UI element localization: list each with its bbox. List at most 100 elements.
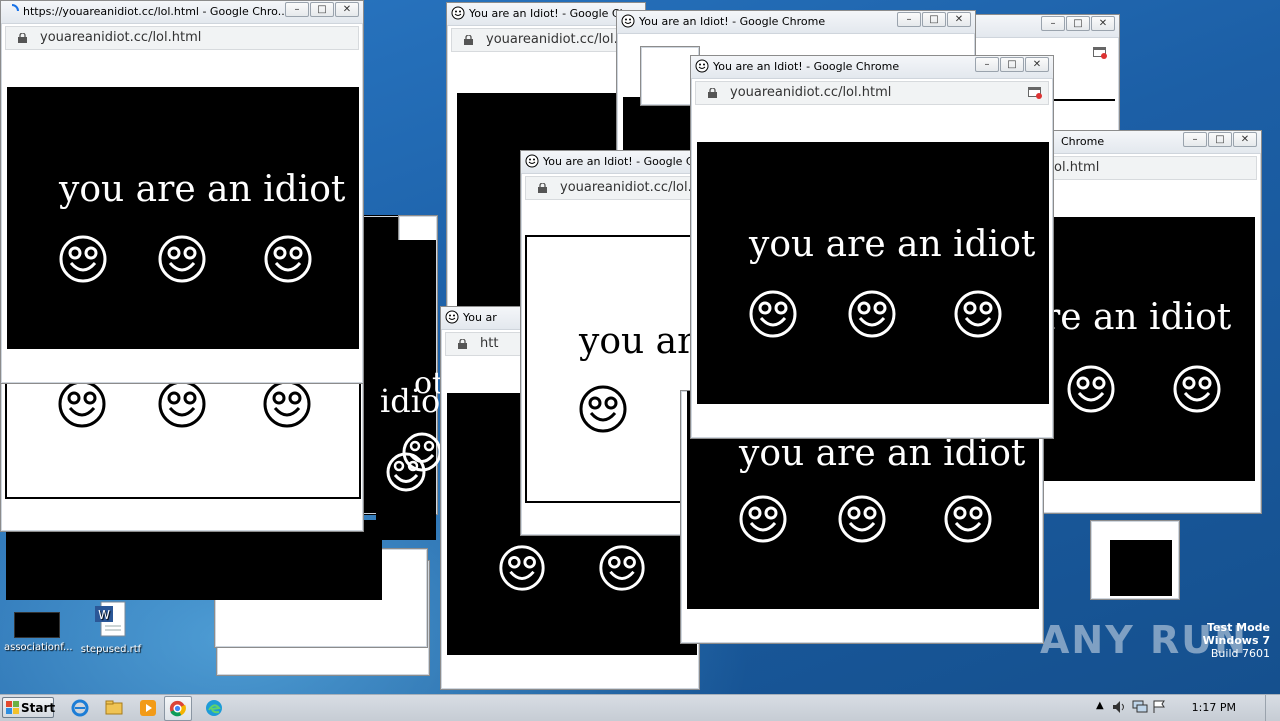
smiley-face-icon bbox=[579, 385, 627, 433]
url-text: htt bbox=[480, 336, 499, 351]
minimize-button[interactable]: – bbox=[1041, 16, 1065, 31]
svg-text:W: W bbox=[98, 608, 110, 622]
close-button[interactable]: ✕ bbox=[947, 12, 971, 27]
address-bar[interactable]: ol.html bbox=[1041, 156, 1257, 180]
window-titlebar[interactable]: You are an Idiot! - Google Chro bbox=[521, 151, 709, 174]
smiley-face-icon bbox=[264, 235, 312, 283]
smiley-favicon-icon bbox=[451, 6, 465, 20]
popup-black-area bbox=[7, 87, 359, 349]
smiley-face-icon bbox=[838, 495, 886, 543]
lock-icon bbox=[18, 33, 27, 43]
maximize-button[interactable]: □ bbox=[1000, 57, 1024, 72]
window-titlebar[interactable]: – □ ✕ bbox=[961, 15, 1119, 38]
start-button[interactable]: Start bbox=[2, 697, 56, 718]
watermark-line: Test Mode bbox=[1207, 621, 1270, 634]
popup-message-partial: you ar bbox=[579, 321, 695, 362]
window-controls: – □ ✕ bbox=[975, 57, 1049, 74]
popup-black-area bbox=[1110, 540, 1172, 596]
address-bar[interactable]: youareanidiot.cc/lol.ht bbox=[451, 28, 641, 52]
maximize-button[interactable]: □ bbox=[310, 2, 334, 17]
desktop-icon-label: stepused.rtf bbox=[80, 644, 142, 655]
close-button[interactable]: ✕ bbox=[1233, 132, 1257, 147]
smiley-face-icon bbox=[1173, 365, 1221, 413]
maximize-button[interactable]: □ bbox=[922, 12, 946, 27]
clock-time[interactable]: 1:17 PM bbox=[1192, 701, 1236, 714]
window-title: You are an Idiot! - Google Chro bbox=[469, 7, 638, 20]
address-bar[interactable]: youareanidiot.cc/lol.ht bbox=[525, 176, 705, 200]
smiley-face-icon bbox=[1067, 365, 1115, 413]
smiley-face-icon bbox=[848, 290, 896, 338]
loading-spinner-icon bbox=[11, 4, 19, 12]
popup-window[interactable] bbox=[0, 372, 364, 532]
smiley-face-icon bbox=[402, 432, 442, 472]
window-titlebar[interactable]: Chrome – □ ✕ bbox=[1041, 131, 1261, 154]
smiley-face-icon bbox=[59, 235, 107, 283]
popup-message: you are an idiot bbox=[749, 224, 1036, 265]
lock-icon bbox=[458, 339, 467, 349]
window-titlebar[interactable]: You are an Idiot! - Google Chrome – □ ✕ bbox=[691, 56, 1053, 79]
window-controls: – □ ✕ bbox=[285, 2, 359, 19]
network-icon[interactable] bbox=[1132, 700, 1148, 714]
desktop: associationf... W stepused.rtf idio ot Y… bbox=[0, 0, 1280, 694]
window-titlebar[interactable]: You are an Idiot! - Google Chrome – □ ✕ bbox=[617, 11, 975, 34]
show-hidden-icons-chevron-icon[interactable]: ▲ bbox=[1096, 700, 1104, 711]
smiley-face-icon bbox=[58, 380, 106, 428]
smiley-face-icon bbox=[599, 545, 645, 591]
url-text: youareanidiot.cc/lol.html bbox=[40, 30, 202, 45]
popup-blocked-icon[interactable] bbox=[1028, 87, 1042, 99]
lock-icon bbox=[538, 183, 547, 193]
window-controls: – □ ✕ bbox=[1183, 132, 1257, 149]
lock-icon bbox=[464, 35, 473, 45]
volume-icon[interactable] bbox=[1112, 700, 1128, 714]
start-label: Start bbox=[21, 701, 56, 715]
edge-icon[interactable] bbox=[204, 698, 224, 718]
popup-window-front-center[interactable]: You are an Idiot! - Google Chrome – □ ✕ … bbox=[690, 55, 1054, 439]
minimize-button[interactable]: – bbox=[975, 57, 999, 72]
smiley-face-icon bbox=[739, 495, 787, 543]
window-title: You are an Idiot! - Google Chro bbox=[543, 155, 710, 168]
popup-message: you are an idiot bbox=[59, 169, 346, 210]
url-text: youareanidiot.cc/lol.html bbox=[730, 85, 892, 100]
address-bar[interactable]: youareanidiot.cc/lol.html bbox=[695, 81, 1049, 105]
smiley-favicon-icon bbox=[695, 59, 709, 73]
show-desktop-button[interactable] bbox=[1265, 695, 1280, 721]
action-center-flag-icon[interactable] bbox=[1152, 700, 1166, 714]
minimize-button[interactable]: – bbox=[285, 2, 309, 17]
popup-window-front-left[interactable]: https://youareanidiot.cc/lol.html - Goog… bbox=[0, 0, 364, 384]
internet-explorer-icon[interactable] bbox=[70, 698, 90, 718]
maximize-button[interactable]: □ bbox=[1208, 132, 1232, 147]
window-title: You are an Idiot! - Google Chrome bbox=[713, 60, 900, 73]
maximize-button[interactable]: □ bbox=[1066, 16, 1090, 31]
taskbar: Start ▲ 1:17 PM bbox=[0, 694, 1280, 721]
url-text: youareanidiot.cc/lol.ht bbox=[560, 180, 706, 195]
desktop-icon-association[interactable]: associationf... bbox=[4, 612, 73, 653]
close-button[interactable]: ✕ bbox=[1025, 57, 1049, 72]
system-tray: ▲ 1:17 PM bbox=[1090, 695, 1280, 721]
popup-blocked-icon bbox=[1093, 47, 1107, 59]
minimize-button[interactable]: – bbox=[897, 12, 921, 27]
word-document-icon: W bbox=[95, 601, 126, 637]
close-button[interactable]: ✕ bbox=[335, 2, 359, 17]
explorer-icon[interactable] bbox=[104, 698, 124, 718]
window-titlebar[interactable]: https://youareanidiot.cc/lol.html - Goog… bbox=[1, 1, 363, 24]
close-button[interactable]: ✕ bbox=[1091, 16, 1115, 31]
window-title: You are an Idiot! - Google Chrome bbox=[639, 15, 826, 28]
window-title: Chrome bbox=[1061, 135, 1105, 148]
smiley-face-icon bbox=[749, 290, 797, 338]
watermark-line: Build 7601 bbox=[1210, 647, 1270, 660]
chrome-taskbar-button[interactable] bbox=[164, 696, 192, 721]
address-bar[interactable]: youareanidiot.cc/lol.html bbox=[5, 26, 359, 50]
smiley-face-icon bbox=[944, 495, 992, 543]
desktop-icon-label: associationf... bbox=[4, 642, 73, 653]
smiley-favicon-icon bbox=[445, 310, 459, 324]
url-text: ol.html bbox=[1054, 160, 1100, 175]
smiley-favicon-icon bbox=[525, 154, 539, 168]
popup-window[interactable]: Chrome – □ ✕ ol.html re an idiot bbox=[1040, 130, 1262, 514]
smiley-favicon-icon bbox=[621, 14, 635, 28]
popup-message-partial: re an idiot bbox=[1043, 297, 1232, 338]
media-player-icon[interactable] bbox=[138, 698, 158, 718]
windows-logo-icon bbox=[6, 701, 19, 714]
desktop-icon-stepused[interactable]: W stepused.rtf bbox=[78, 600, 144, 655]
minimize-button[interactable]: – bbox=[1183, 132, 1207, 147]
black-file-icon bbox=[14, 612, 60, 638]
